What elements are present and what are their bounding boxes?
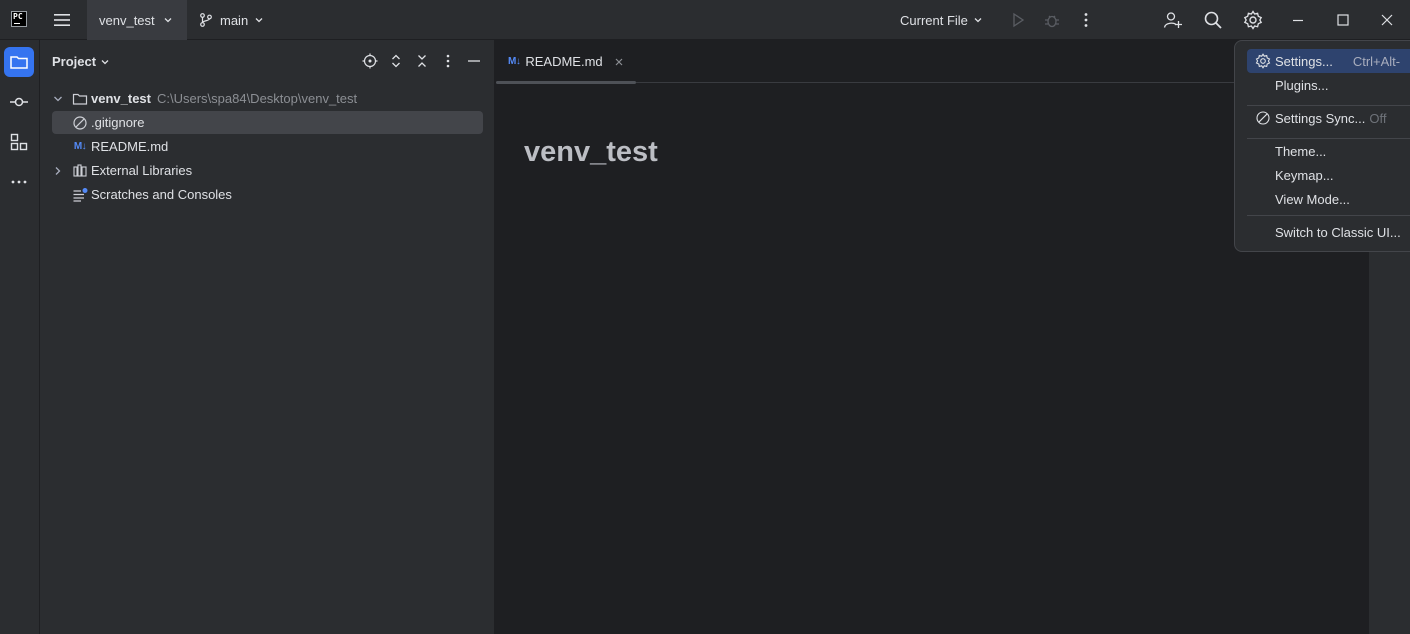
vcs-branch-widget[interactable]: main [198, 0, 278, 40]
collapse-all-icon[interactable] [414, 53, 430, 69]
project-name: venv_test [99, 12, 155, 28]
run-configuration-label: Current File [900, 12, 968, 28]
maximize-icon[interactable] [1333, 10, 1353, 30]
close-tab-icon[interactable] [614, 57, 624, 67]
menu-item-label: Plugins... [1275, 77, 1329, 93]
menu-separator [1247, 215, 1410, 216]
tree-item-label: External Libraries [91, 163, 193, 178]
tree-item-readme[interactable]: M↓ README.md [52, 135, 483, 158]
menu-item-settings[interactable]: Settings... Ctrl+Alt- [1247, 49, 1410, 73]
chevron-down-icon [973, 15, 983, 25]
menu-item-label: Settings Sync... [1275, 110, 1366, 126]
settings-gear-icon[interactable] [1243, 10, 1263, 30]
structure-icon [9, 132, 29, 152]
branch-icon [198, 12, 214, 28]
menu-item-theme[interactable]: Theme... [1247, 139, 1410, 163]
debug-icon[interactable] [1042, 10, 1062, 30]
menu-item-view-mode[interactable]: View Mode... [1247, 187, 1410, 211]
run-configuration-selector[interactable]: Current File [900, 0, 983, 40]
commit-icon [9, 92, 29, 112]
menu-item-keymap[interactable]: Keymap... [1247, 163, 1410, 187]
chevron-down-icon [254, 15, 264, 25]
more-tool-windows-button[interactable] [4, 167, 34, 197]
structure-tool-button[interactable] [4, 127, 34, 157]
tree-item-label: README.md [91, 139, 169, 154]
project-tool-button[interactable] [4, 47, 34, 77]
menu-item-shortcut: Ctrl+Alt- [1352, 53, 1401, 69]
tree-item-gitignore[interactable]: .gitignore [52, 111, 483, 134]
search-icon[interactable] [1203, 10, 1223, 30]
menu-item-plugins[interactable]: Plugins... [1247, 73, 1410, 97]
main-menu-icon[interactable] [52, 10, 74, 30]
menu-item-settings-sync[interactable]: Settings Sync... Off [1247, 106, 1410, 130]
chevron-down-icon [163, 15, 173, 25]
chevron-down-icon [100, 57, 110, 67]
library-icon [72, 163, 88, 179]
project-tool-window: Project venv_test C:\Users\spa84\Desktop… [40, 40, 495, 634]
title-bar: PC venv_test main Current File [0, 0, 1410, 40]
tab-label: README.md [525, 54, 603, 69]
ignored-file-icon [72, 115, 88, 131]
menu-item-label: Theme... [1275, 143, 1327, 159]
pycharm-logo[interactable]: PC [11, 11, 27, 27]
scratches-icon [72, 187, 88, 203]
more-actions-icon[interactable] [1076, 10, 1096, 30]
close-icon[interactable] [1377, 10, 1397, 30]
menu-item-label: Keymap... [1275, 167, 1334, 183]
project-widget[interactable]: venv_test [87, 0, 187, 40]
menu-item-label: View Mode... [1275, 191, 1350, 207]
menu-item-label: Settings... [1275, 53, 1333, 69]
branch-name: main [220, 12, 249, 28]
folder-icon [72, 91, 88, 107]
sync-off-icon [1255, 110, 1271, 126]
gear-icon [1255, 53, 1271, 69]
markdown-file-icon: M↓ [508, 56, 521, 67]
tree-item-scratches[interactable]: Scratches and Consoles [52, 183, 483, 206]
markdown-file-icon: M↓ [73, 141, 87, 152]
tree-item-path: C:\Users\spa84\Desktop\venv_test [156, 91, 358, 106]
tab-readme[interactable]: M↓ README.md [496, 40, 636, 84]
minimize-icon[interactable] [1288, 10, 1308, 30]
tree-item-label: .gitignore [91, 115, 145, 130]
settings-popup-menu: Settings... Ctrl+Alt- Plugins... Setting… [1234, 40, 1410, 252]
tree-item-label: Scratches and Consoles [91, 187, 232, 202]
markdown-heading: venv_test [524, 136, 658, 168]
expand-all-icon[interactable] [388, 53, 404, 69]
project-panel-title: Project [52, 54, 97, 69]
tree-item-project-root[interactable]: venv_test C:\Users\spa84\Desktop\venv_te… [52, 87, 483, 110]
folder-icon [9, 52, 29, 72]
menu-item-label: Switch to Classic UI... [1275, 224, 1401, 240]
ellipsis-icon [9, 172, 29, 192]
tool-window-strip [0, 40, 40, 634]
commit-tool-button[interactable] [4, 87, 34, 117]
menu-item-switch-classic-ui[interactable]: Switch to Classic UI... [1247, 220, 1410, 244]
tree-item-label: venv_test [91, 91, 151, 106]
locate-file-icon[interactable] [362, 53, 378, 69]
project-view-selector[interactable]: Project [52, 54, 110, 69]
run-icon[interactable] [1008, 10, 1028, 30]
options-icon[interactable] [440, 53, 456, 69]
code-with-me-icon[interactable] [1163, 10, 1183, 30]
hide-panel-icon[interactable] [466, 53, 482, 69]
sync-status: Off [1369, 110, 1387, 126]
chevron-down-icon[interactable] [52, 93, 64, 105]
tree-item-external-libraries[interactable]: External Libraries [52, 159, 483, 182]
chevron-right-icon[interactable] [52, 165, 64, 177]
